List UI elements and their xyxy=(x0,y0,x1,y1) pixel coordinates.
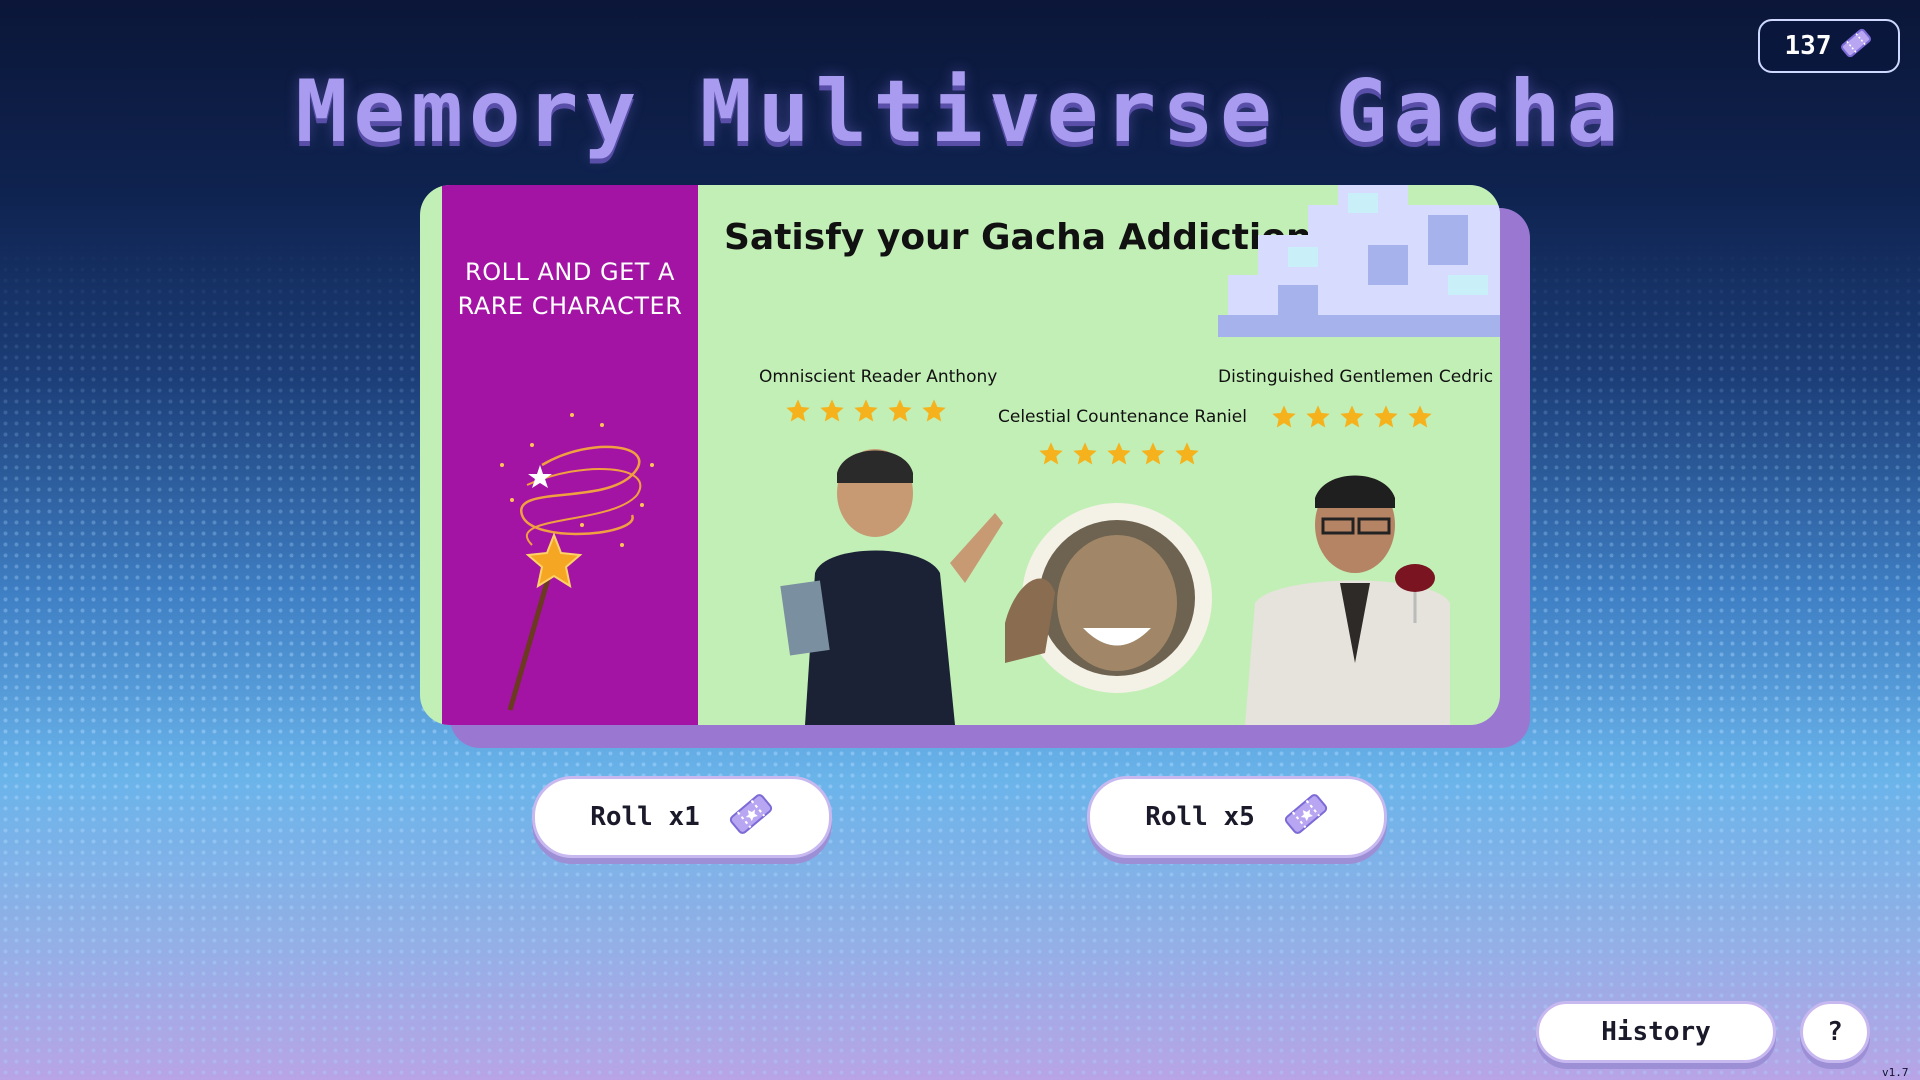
star-icon xyxy=(888,399,912,422)
character-name-1: Omniscient Reader Anthony xyxy=(759,367,998,387)
roll-x1-label: Roll x1 xyxy=(590,802,700,832)
character-stars-2 xyxy=(1037,440,1201,468)
star-icon xyxy=(1306,405,1330,428)
roll-x5-button[interactable]: Roll x5 xyxy=(1087,776,1387,858)
ticket-icon xyxy=(1839,26,1873,67)
character-stars-3 xyxy=(1270,403,1434,431)
version-label: v1.7 xyxy=(1882,1066,1909,1079)
gacha-banner: ROLL AND GET A RARE CHARACTER Satisfy yo… xyxy=(420,185,1500,725)
character-stars-1 xyxy=(784,397,948,425)
ticket-icon xyxy=(1283,791,1329,844)
help-button[interactable]: ? xyxy=(1800,1001,1870,1063)
side-panel-text: ROLL AND GET A RARE CHARACTER xyxy=(442,255,698,323)
character-portrait-1 xyxy=(780,449,1003,725)
character-portrait-3 xyxy=(1245,475,1450,725)
pixel-cloud-icon xyxy=(1218,185,1500,337)
magic-wand-icon xyxy=(500,413,654,711)
character-name-2: Celestial Countenance Raniel xyxy=(998,407,1247,427)
star-icon xyxy=(1272,405,1296,428)
star-icon xyxy=(1141,442,1165,465)
ticket-icon xyxy=(728,791,774,844)
character-name-3: Distinguished Gentlemen Cedric xyxy=(1218,367,1494,387)
star-icon xyxy=(820,399,844,422)
roll-x1-button[interactable]: Roll x1 xyxy=(532,776,832,858)
side-panel: ROLL AND GET A RARE CHARACTER xyxy=(442,185,698,725)
star-icon xyxy=(854,399,878,422)
star-icon xyxy=(1374,405,1398,428)
star-icon xyxy=(1340,405,1364,428)
ticket-count: 137 xyxy=(1784,31,1832,61)
ticket-counter: 137 xyxy=(1758,19,1900,73)
star-icon xyxy=(1175,442,1199,465)
history-button[interactable]: History xyxy=(1536,1001,1776,1063)
page-title: Memory Multiverse Gacha xyxy=(295,62,1625,162)
side-text-line-1: ROLL AND GET A xyxy=(465,258,675,286)
star-icon xyxy=(1039,442,1063,465)
roll-x5-label: Roll x5 xyxy=(1145,802,1255,832)
side-text-line-2: RARE CHARACTER xyxy=(457,292,683,320)
character-portrait-2 xyxy=(1005,503,1212,693)
star-icon xyxy=(1107,442,1131,465)
star-icon xyxy=(1408,405,1432,428)
star-icon xyxy=(786,399,810,422)
star-icon xyxy=(922,399,946,422)
star-icon xyxy=(1073,442,1097,465)
